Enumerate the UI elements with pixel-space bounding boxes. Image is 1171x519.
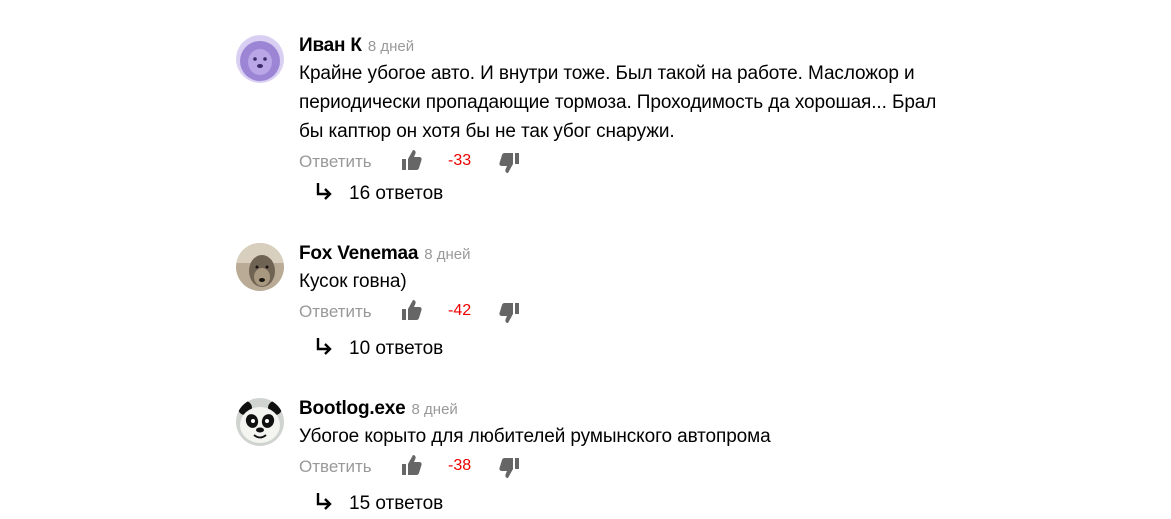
- vote-score: -42: [448, 302, 472, 319]
- panda-avatar-icon: [236, 398, 284, 446]
- thumbs-down-icon[interactable]: [499, 151, 521, 180]
- wolf-photo-avatar-icon: [236, 243, 284, 291]
- reply-button[interactable]: Ответить: [299, 457, 372, 477]
- comment-header: Иван К 8 дней: [299, 35, 999, 57]
- reply-button[interactable]: Ответить: [299, 152, 372, 172]
- show-replies-button[interactable]: 15 ответов: [315, 492, 443, 515]
- show-replies-button[interactable]: 10 ответов: [315, 337, 443, 360]
- author-name[interactable]: Bootlog.exe: [299, 398, 406, 419]
- comment-text-line: Кусок говна): [299, 271, 407, 292]
- purple-lion-avatar-icon: [236, 35, 284, 83]
- avatar[interactable]: [236, 243, 284, 291]
- comment-text: Убогое корыто для любителей румынского а…: [299, 422, 999, 451]
- reply-arrow-icon: [315, 337, 349, 360]
- avatar[interactable]: [236, 35, 284, 83]
- reply-button[interactable]: Ответить: [299, 302, 372, 322]
- comment-time: 8 дней: [411, 401, 458, 418]
- avatar[interactable]: [236, 398, 284, 446]
- thumbs-up-icon[interactable]: [400, 298, 422, 327]
- thumbs-down-icon[interactable]: [499, 301, 521, 330]
- comment-text-line: периодически пропадающие тормоза. Проход…: [299, 92, 937, 113]
- reply-arrow-icon: [315, 492, 349, 515]
- author-name[interactable]: Fox Venemaa: [299, 243, 418, 264]
- comment-actions: Ответить -38: [299, 453, 999, 483]
- comment-text-line: бы каптюр он хотя бы не так убог снаружи…: [299, 121, 675, 142]
- author-name[interactable]: Иван К: [299, 35, 362, 56]
- comment-text-line: Убогое корыто для любителей румынского а…: [299, 426, 771, 447]
- thumbs-down-icon[interactable]: [499, 456, 521, 485]
- comment-time: 8 дней: [367, 38, 415, 55]
- comment-header: Bootlog.exe 8 дней: [299, 398, 999, 420]
- comment-text: Кусок говна): [299, 267, 999, 296]
- comment-time: 8 дней: [424, 246, 471, 263]
- comment-header: Fox Venemaa 8 дней: [299, 243, 999, 265]
- replies-count[interactable]: 10 ответов: [349, 338, 443, 359]
- show-replies-button[interactable]: 16 ответов: [315, 182, 443, 205]
- comment-text: Крайне убогое авто. И внутри тоже. Был т…: [299, 59, 999, 146]
- comment-actions: Ответить -42: [299, 298, 999, 328]
- thumbs-up-icon[interactable]: [400, 148, 422, 177]
- replies-count[interactable]: 16 ответов: [349, 183, 443, 204]
- vote-score: -38: [448, 457, 472, 474]
- thumbs-up-icon[interactable]: [400, 453, 422, 482]
- comment-actions: Ответить -33: [299, 148, 999, 178]
- replies-count[interactable]: 15 ответов: [349, 493, 443, 514]
- comment-text-line: Крайне убогое авто. И внутри тоже. Был т…: [299, 63, 915, 84]
- vote-score: -33: [448, 152, 472, 169]
- reply-arrow-icon: [315, 182, 349, 205]
